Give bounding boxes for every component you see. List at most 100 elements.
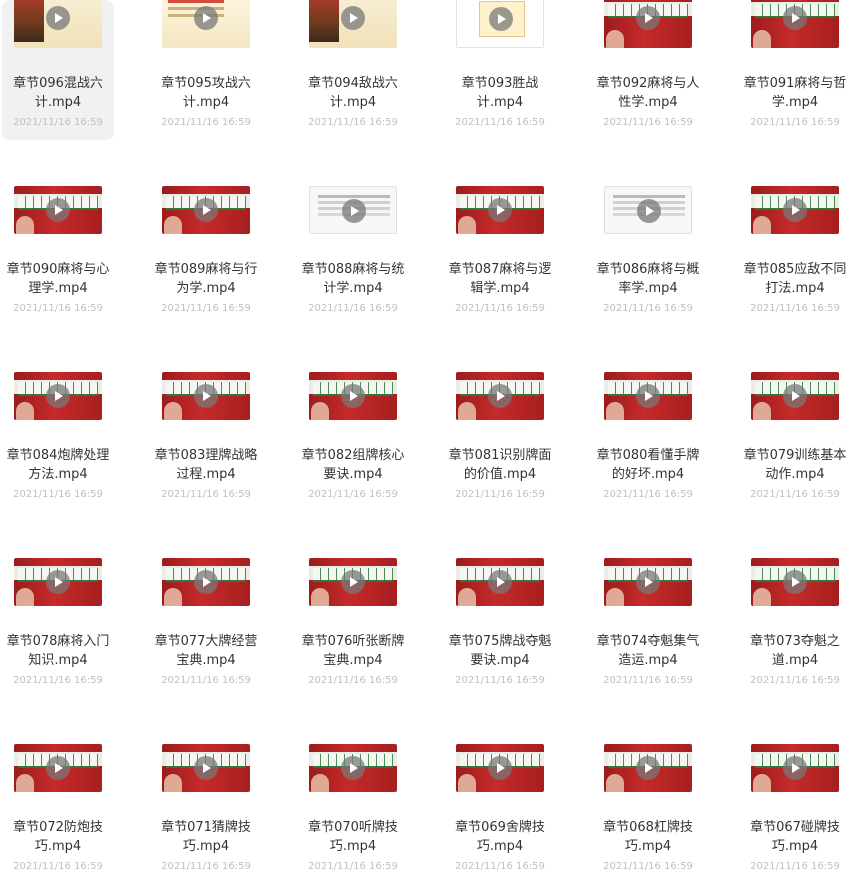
video-thumbnail[interactable] (162, 0, 250, 48)
file-date: 2021/11/16 16:59 (161, 303, 251, 314)
file-name-line1: 章节074夺魁集气 (596, 634, 700, 649)
video-thumbnail[interactable] (309, 0, 397, 48)
file-name: 章节081识别牌面 的价值.mp4 (444, 446, 556, 484)
file-name: 章节074夺魁集气 造运.mp4 (592, 632, 704, 670)
video-thumbnail[interactable] (456, 558, 544, 606)
play-icon (194, 6, 218, 30)
file-tile[interactable]: 章节070听牌技 巧.mp4 2021/11/16 16:59 (297, 744, 409, 884)
video-thumbnail[interactable] (162, 372, 250, 420)
file-date: 2021/11/16 16:59 (161, 117, 251, 128)
file-name-line2: 计.mp4 (34, 95, 82, 110)
video-thumbnail[interactable] (456, 0, 544, 48)
video-thumbnail[interactable] (751, 558, 839, 606)
file-date: 2021/11/16 16:59 (161, 861, 251, 872)
video-thumbnail[interactable] (309, 558, 397, 606)
file-name: 章节093胜战 计.mp4 (444, 74, 556, 112)
file-tile[interactable]: 章节095攻战六 计.mp4 2021/11/16 16:59 (150, 0, 262, 140)
file-date: 2021/11/16 16:59 (13, 489, 103, 500)
file-name-line2: 巧.mp4 (771, 839, 819, 854)
file-tile[interactable]: 章节067碰牌技 巧.mp4 2021/11/16 16:59 (739, 744, 851, 884)
file-tile[interactable]: 章节075牌战夺魁 要诀.mp4 2021/11/16 16:59 (444, 558, 556, 698)
play-icon (783, 384, 807, 408)
video-thumbnail[interactable] (751, 372, 839, 420)
file-date: 2021/11/16 16:59 (603, 861, 693, 872)
play-icon (341, 384, 365, 408)
file-tile[interactable]: 章节080看懂手牌 的好坏.mp4 2021/11/16 16:59 (592, 372, 704, 512)
video-thumbnail[interactable] (162, 558, 250, 606)
file-tile[interactable]: 章节074夺魁集气 造运.mp4 2021/11/16 16:59 (592, 558, 704, 698)
file-tile[interactable]: 章节076听张断牌 宝典.mp4 2021/11/16 16:59 (297, 558, 409, 698)
file-name-line1: 章节095攻战六 (161, 76, 251, 91)
file-tile[interactable]: 章节071猜牌技 巧.mp4 2021/11/16 16:59 (150, 744, 262, 884)
video-thumbnail[interactable] (751, 186, 839, 234)
play-icon (194, 384, 218, 408)
file-name-line1: 章节088麻将与统 (301, 262, 405, 277)
file-date: 2021/11/16 16:59 (13, 675, 103, 686)
file-tile[interactable]: 章节091麻将与哲 学.mp4 2021/11/16 16:59 (739, 0, 851, 140)
video-thumbnail[interactable] (14, 372, 102, 420)
file-name-line2: 的价值.mp4 (463, 467, 537, 482)
file-name-line1: 章节083理牌战略 (154, 448, 258, 463)
video-thumbnail[interactable] (456, 744, 544, 792)
video-thumbnail[interactable] (14, 558, 102, 606)
video-thumbnail[interactable] (14, 744, 102, 792)
file-tile[interactable]: 章节082组牌核心 要诀.mp4 2021/11/16 16:59 (297, 372, 409, 512)
file-name-line2: 方法.mp4 (28, 467, 88, 482)
file-tile[interactable]: 章节092麻将与人 性学.mp4 2021/11/16 16:59 (592, 0, 704, 140)
file-tile[interactable]: 章节073夺魁之 道.mp4 2021/11/16 16:59 (739, 558, 851, 698)
file-tile[interactable]: 章节068杠牌技 巧.mp4 2021/11/16 16:59 (592, 744, 704, 884)
file-name-line2: 造运.mp4 (618, 653, 678, 668)
file-tile[interactable]: 章节079训练基本 动作.mp4 2021/11/16 16:59 (739, 372, 851, 512)
file-tile[interactable]: 章节093胜战 计.mp4 2021/11/16 16:59 (444, 0, 556, 140)
file-name-line1: 章节091麻将与哲 (743, 76, 847, 91)
file-tile[interactable]: 章节090麻将与心 理学.mp4 2021/11/16 16:59 (2, 186, 114, 326)
file-name: 章节086麻将与概 率学.mp4 (592, 260, 704, 298)
video-thumbnail[interactable] (604, 0, 692, 48)
file-tile[interactable]: 章节088麻将与统 计学.mp4 2021/11/16 16:59 (297, 186, 409, 326)
file-tile[interactable]: 章节096混战六 计.mp4 2021/11/16 16:59 (2, 0, 114, 140)
file-tile[interactable]: 章节094敌战六 计.mp4 2021/11/16 16:59 (297, 0, 409, 140)
video-thumbnail[interactable] (14, 186, 102, 234)
video-thumbnail[interactable] (751, 0, 839, 48)
file-date: 2021/11/16 16:59 (455, 861, 545, 872)
file-name-line1: 章节086麻将与概 (596, 262, 700, 277)
file-tile[interactable]: 章节084炮牌处理 方法.mp4 2021/11/16 16:59 (2, 372, 114, 512)
video-thumbnail[interactable] (751, 744, 839, 792)
file-tile[interactable]: 章节081识别牌面 的价值.mp4 2021/11/16 16:59 (444, 372, 556, 512)
video-thumbnail[interactable] (604, 744, 692, 792)
file-name-line2: 计.mp4 (182, 95, 230, 110)
file-name-line2: 宝典.mp4 (176, 653, 236, 668)
file-tile[interactable]: 章节086麻将与概 率学.mp4 2021/11/16 16:59 (592, 186, 704, 326)
file-tile[interactable]: 章节069舍牌技 巧.mp4 2021/11/16 16:59 (444, 744, 556, 884)
video-thumbnail[interactable] (456, 186, 544, 234)
file-tile[interactable]: 章节077大牌经营 宝典.mp4 2021/11/16 16:59 (150, 558, 262, 698)
video-thumbnail[interactable] (604, 558, 692, 606)
file-name-line2: 为学.mp4 (176, 281, 236, 296)
file-tile[interactable]: 章节072防炮技 巧.mp4 2021/11/16 16:59 (2, 744, 114, 884)
file-tile[interactable]: 章节083理牌战略 过程.mp4 2021/11/16 16:59 (150, 372, 262, 512)
video-thumbnail[interactable] (309, 744, 397, 792)
video-thumbnail[interactable] (309, 186, 397, 234)
file-name: 章节084炮牌处理 方法.mp4 (2, 446, 114, 484)
video-thumbnail[interactable] (456, 372, 544, 420)
video-thumbnail[interactable] (604, 186, 692, 234)
play-icon (489, 7, 513, 31)
video-thumbnail[interactable] (309, 372, 397, 420)
file-name-line2: 宝典.mp4 (323, 653, 383, 668)
file-name: 章节096混战六 计.mp4 (2, 74, 114, 112)
video-thumbnail[interactable] (162, 744, 250, 792)
play-icon (488, 198, 512, 222)
file-name-line2: 计学.mp4 (323, 281, 383, 296)
video-thumbnail[interactable] (162, 186, 250, 234)
file-tile[interactable]: 章节087麻将与逻 辑学.mp4 2021/11/16 16:59 (444, 186, 556, 326)
file-date: 2021/11/16 16:59 (308, 117, 398, 128)
play-icon (783, 198, 807, 222)
play-icon (783, 570, 807, 594)
file-tile[interactable]: 章节085应敌不同 打法.mp4 2021/11/16 16:59 (739, 186, 851, 326)
file-date: 2021/11/16 16:59 (750, 117, 840, 128)
video-thumbnail[interactable] (604, 372, 692, 420)
file-tile[interactable]: 章节089麻将与行 为学.mp4 2021/11/16 16:59 (150, 186, 262, 326)
file-name-line1: 章节067碰牌技 (750, 820, 840, 835)
video-thumbnail[interactable] (14, 0, 102, 48)
file-tile[interactable]: 章节078麻将入门 知识.mp4 2021/11/16 16:59 (2, 558, 114, 698)
